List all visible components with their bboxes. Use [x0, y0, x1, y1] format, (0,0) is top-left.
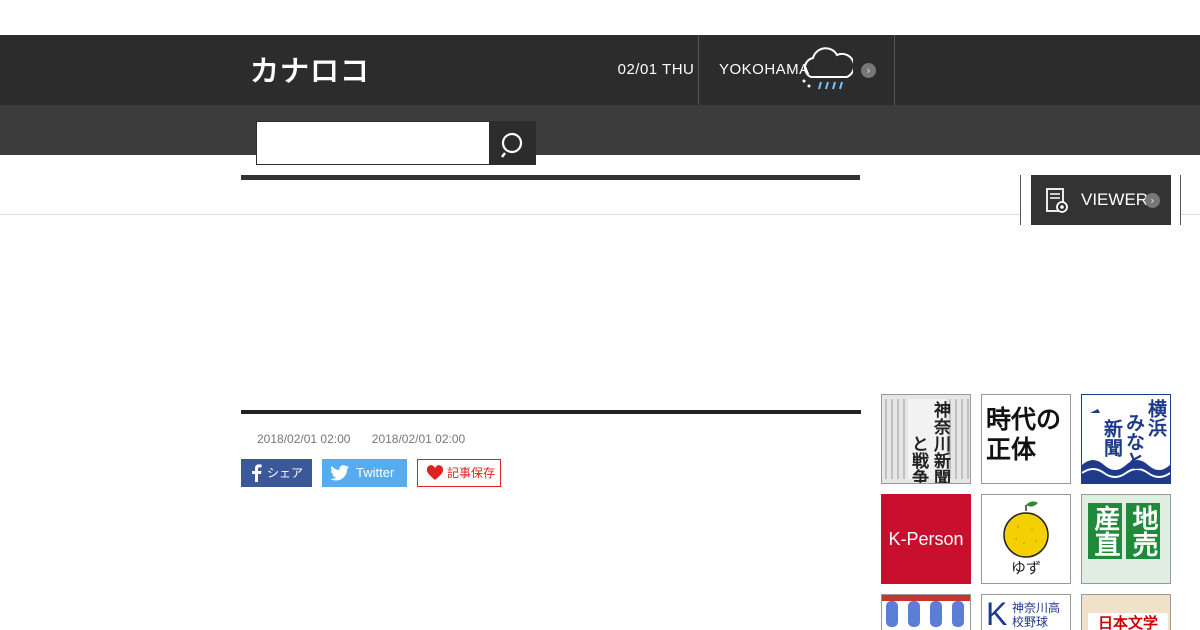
banner-nihon-bungaku[interactable]: 日本文学 [1081, 594, 1171, 630]
updated-date: 2018/02/01 02:00 [371, 432, 466, 446]
weather-city: YOKOHAMA [719, 61, 810, 78]
banner-k-person-label: K-Person [888, 529, 964, 549]
facebook-share-button[interactable]: シェア [241, 459, 312, 487]
twitter-share-label: Twitter [356, 465, 395, 480]
banner-sanchoku[interactable]: 地売 産直 [1081, 494, 1171, 584]
search-input[interactable] [256, 121, 490, 165]
heart-icon [426, 465, 444, 484]
banner-yuzu-label: ゆず [1010, 559, 1041, 577]
awning-graphic [882, 595, 970, 627]
banner-yokohama-minato[interactable]: 横浜 みなと 新聞 [1081, 394, 1171, 484]
twitter-icon [330, 464, 350, 485]
banner-col1: 地売 [1126, 503, 1160, 559]
banner-col1: 横浜 [1145, 399, 1167, 437]
article-rule [241, 410, 861, 414]
facebook-icon [249, 464, 263, 485]
search-button[interactable] [490, 121, 536, 165]
facebook-share-label: シェア [267, 466, 304, 480]
published-date: 2018/02/01 02:00 [257, 432, 351, 446]
viewer-area: VIEWER › [1020, 175, 1181, 225]
save-article-button[interactable]: 記事保存 [417, 459, 501, 487]
newspaper-viewer-icon [1045, 187, 1069, 219]
banner-yuzu[interactable]: ゆず [981, 494, 1071, 584]
search-bar [0, 105, 1200, 165]
banner-col3: 新聞 [1101, 419, 1123, 457]
content-top-rule [241, 175, 860, 180]
banner-col2: みなと [1123, 413, 1145, 470]
site-logo[interactable]: カナロコ [250, 55, 370, 87]
banner-jidai-no-shotai[interactable]: 時代の 正体 [981, 394, 1071, 484]
chevron-right-icon[interactable]: › [861, 63, 876, 78]
banner-line2: 正体 [986, 435, 1037, 464]
current-date: 02/01 THU [600, 35, 699, 105]
twitter-share-button[interactable]: Twitter [322, 459, 407, 487]
banner-nihon-label: 日本文学 [1088, 613, 1168, 630]
article-dates: 2018/02/01 02:00 2018/02/01 02:00 [257, 432, 483, 446]
banner-line1: 時代の [986, 405, 1062, 434]
weather-widget[interactable]: YOKOHAMA › [699, 35, 895, 105]
banner-awning[interactable] [881, 594, 971, 630]
banner-k-letter: K [986, 596, 1008, 630]
banner-k-person[interactable]: K-Person [881, 494, 971, 584]
banner-koukou-yakyu[interactable]: K 神奈川高校野球 [981, 594, 1071, 630]
viewer-button[interactable]: VIEWER › [1031, 175, 1171, 225]
banner-title-a: 神奈川新聞 [930, 401, 950, 484]
rain-cloud-icon [799, 47, 856, 97]
banner-title-b: と戦争 [908, 435, 928, 484]
banner-kanagawa-war[interactable]: 神奈川新聞 と戦争 [881, 394, 971, 484]
viewer-label: VIEWER [1081, 190, 1149, 209]
banner-koukou-label: 神奈川高校野球 [1012, 601, 1061, 629]
chevron-right-icon: › [1145, 193, 1160, 208]
banner-col2: 産直 [1088, 503, 1122, 559]
save-article-label: 記事保存 [447, 466, 496, 480]
site-header: カナロコ 02/01 THU YOKOHAMA › [0, 35, 1200, 105]
